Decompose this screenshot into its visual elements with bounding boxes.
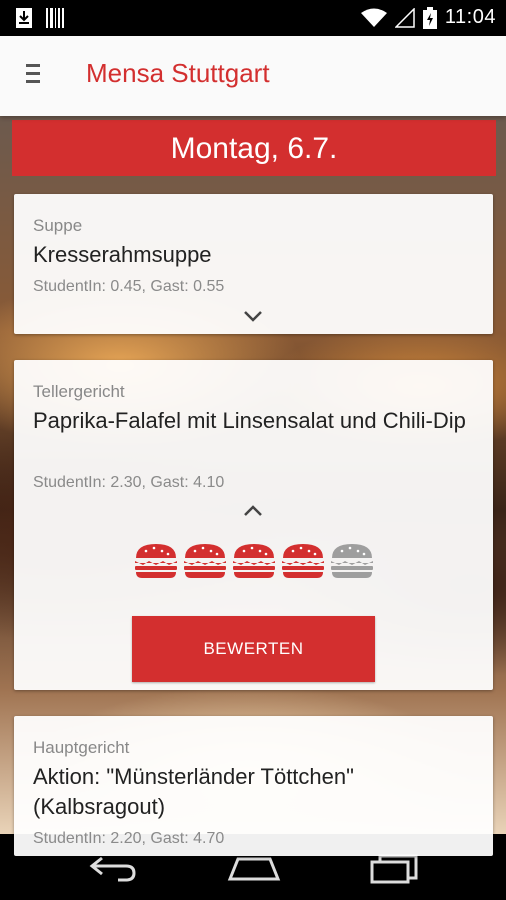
meal-name: Aktion: "Münsterländer Töttchen" (Kalbsr… xyxy=(33,764,354,819)
meal-name: Kresserahmsuppe xyxy=(33,242,212,267)
app-bar: Mensa Stuttgart xyxy=(0,36,506,116)
meal-category: Tellergericht xyxy=(33,382,125,401)
app-title: Mensa Stuttgart xyxy=(86,58,270,88)
meal-card-tellergericht[interactable]: Tellergericht Paprika-Falafel mit Linsen… xyxy=(14,360,493,690)
burger-icon[interactable] xyxy=(330,542,374,580)
status-clock: 11:04 xyxy=(444,6,496,28)
meal-price: StudentIn: 0.45, Gast: 0.55 xyxy=(33,278,225,295)
back-icon[interactable] xyxy=(88,854,138,882)
burger-icon[interactable] xyxy=(232,542,276,580)
menu-icon[interactable] xyxy=(26,64,46,88)
battery-icon xyxy=(422,6,437,29)
chevron-up-icon[interactable] xyxy=(243,505,263,517)
meal-price: StudentIn: 2.30, Gast: 4.10 xyxy=(33,474,225,491)
meal-category: Hauptgericht xyxy=(33,738,130,757)
meal-name: Paprika-Falafel mit Linsensalat und Chil… xyxy=(33,408,466,433)
burger-icon[interactable] xyxy=(183,542,227,580)
status-bar: 11:04 xyxy=(0,0,506,36)
meal-category: Suppe xyxy=(33,216,83,235)
date-banner: Montag, 6.7. xyxy=(12,120,496,176)
home-icon[interactable] xyxy=(226,854,282,882)
status-system: 11:04 xyxy=(360,6,496,29)
chevron-down-icon[interactable] xyxy=(243,310,263,322)
rating-stars[interactable] xyxy=(134,542,374,580)
burger-icon[interactable] xyxy=(134,542,178,580)
burger-icon[interactable] xyxy=(281,542,325,580)
barcode-icon xyxy=(46,8,64,28)
status-notifications xyxy=(16,8,64,28)
wifi-icon xyxy=(360,8,387,27)
recents-icon[interactable] xyxy=(370,854,420,884)
meal-card-suppe[interactable]: Suppe Kresserahmsuppe StudentIn: 0.45, G… xyxy=(14,194,493,334)
meal-card-hauptgericht[interactable]: Hauptgericht Aktion: "Münsterländer Tött… xyxy=(14,716,493,856)
signal-icon xyxy=(394,7,415,28)
download-icon xyxy=(16,8,32,28)
rate-button[interactable]: BEWERTEN xyxy=(132,616,375,682)
meal-price: StudentIn: 2.20, Gast: 4.70 xyxy=(33,830,225,847)
